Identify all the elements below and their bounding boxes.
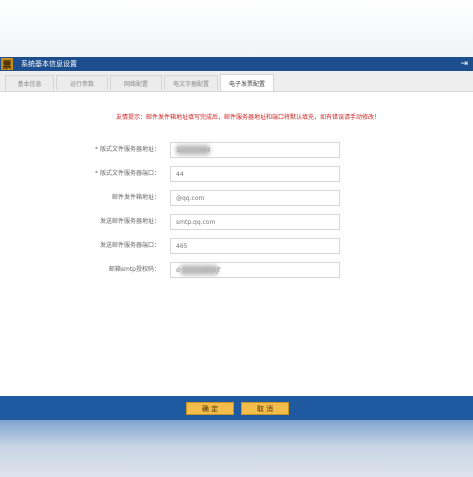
tab-telegram-receipt-config[interactable]: 电文字据配置 (164, 75, 218, 90)
form-row-smtp-server-port: 发送邮件服务器端口： (0, 238, 473, 254)
layout-server-port-field[interactable] (170, 166, 340, 182)
form-row-sender-email: 邮件发件箱地址： (0, 190, 473, 206)
sender-email-field[interactable] (170, 190, 340, 206)
field-label: 发送邮件服务器地址： (99, 218, 160, 225)
tab-e-invoice-config[interactable]: 电子发票配置 (220, 74, 274, 91)
notice-text: 友情提示：邮件发件箱地址填写完成后，邮件服务器地址和端口将默认填充，如有错误请手… (116, 114, 381, 121)
tab-bar: 基本信息 运行参数 网络配置 电文字据配置 电子发票配置 (0, 71, 473, 92)
form-row-layout-server-address: * 版式文件服务器地址： (0, 142, 473, 158)
tab-run-params[interactable]: 运行参数 (56, 75, 108, 90)
cancel-button[interactable]: 取 消 (241, 402, 289, 415)
smtp-server-port-field[interactable] (170, 238, 340, 254)
app-logo-icon: 票 (1, 58, 13, 71)
field-label: 邮箱smtp授权码： (108, 266, 160, 273)
smtp-auth-code-field[interactable] (170, 262, 340, 278)
field-label: * 版式文件服务器端口： (94, 170, 160, 177)
background-top (0, 0, 473, 57)
title-bar: 票 系统基本信息设置 ⇥ (0, 57, 473, 71)
form-row-layout-server-port: * 版式文件服务器端口： (0, 166, 473, 182)
confirm-button[interactable]: 确 定 (186, 402, 234, 415)
form-row-smtp-server-address: 发送邮件服务器地址： (0, 214, 473, 230)
field-label: 发送邮件服务器端口： (99, 242, 160, 249)
field-label: * 版式文件服务器地址： (94, 146, 160, 153)
window-title: 系统基本信息设置 (21, 60, 77, 68)
form-row-smtp-auth-code: 邮箱smtp授权码： (0, 262, 473, 278)
e-invoice-config-form: 友情提示：邮件发件箱地址填写完成后，邮件服务器地址和端口将默认填充，如有错误请手… (0, 92, 473, 396)
tab-network-config[interactable]: 网络配置 (110, 75, 162, 90)
layout-server-address-field[interactable] (170, 142, 340, 158)
tab-basic-info[interactable]: 基本信息 (5, 75, 54, 90)
dialog-footer: 确 定 取 消 (0, 396, 473, 420)
background-bottom (0, 420, 473, 477)
field-label: 邮件发件箱地址： (111, 194, 160, 201)
close-icon[interactable]: ⇥ (460, 57, 468, 71)
smtp-server-address-field[interactable] (170, 214, 340, 230)
